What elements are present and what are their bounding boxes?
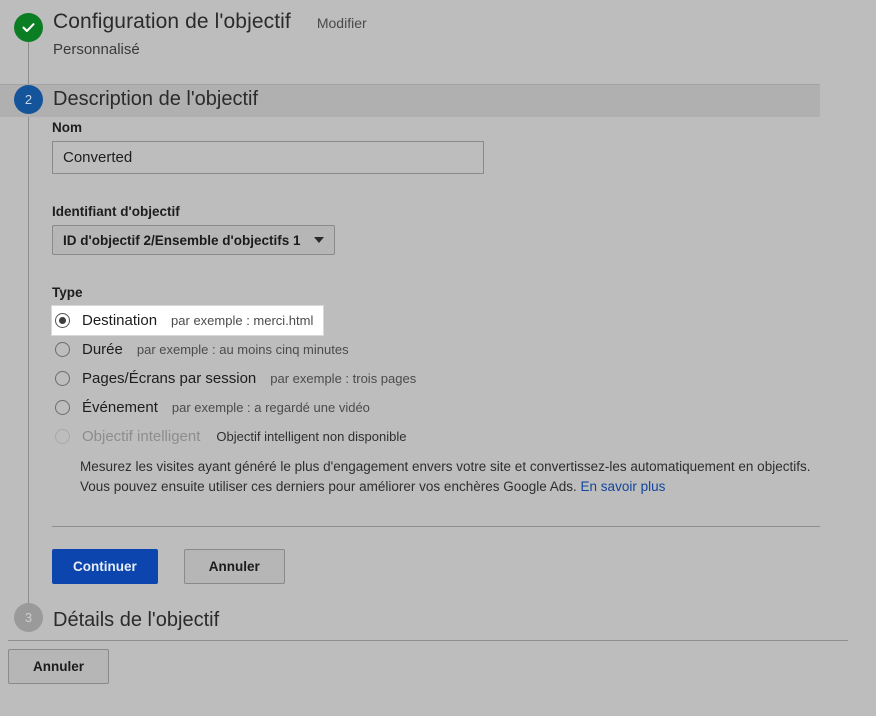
radio-option-evenement[interactable]: Événement par exemple : a regardé une vi… xyxy=(52,393,380,422)
goal-id-label: Identifiant d'objectif xyxy=(52,204,180,219)
radio-icon xyxy=(55,342,70,357)
edit-goal-setup-link[interactable]: Modifier xyxy=(317,15,367,31)
radio-option-destination[interactable]: Destination par exemple : merci.html xyxy=(52,306,324,335)
step-rail-segment-top xyxy=(28,40,29,90)
goal-description-title: Description de l'objectif xyxy=(53,88,259,110)
goal-setup-title: Configuration de l'objectif xyxy=(53,10,291,33)
cancel-button[interactable]: Annuler xyxy=(183,548,285,584)
smart-goal-description-line1: Mesurez les visites ayant généré le plus… xyxy=(80,459,811,474)
form-actions: Continuer Annuler xyxy=(52,548,852,584)
radio-hint: par exemple : au moins cinq minutes xyxy=(136,342,349,357)
goal-setup-subtitle: Personnalisé xyxy=(53,41,140,58)
step-rail-segment-bottom xyxy=(28,112,29,607)
goal-setup-section: Configuration de l'objectif Modifier Per… xyxy=(53,10,853,58)
radio-hint: Objectif intelligent non disponible xyxy=(216,429,407,444)
goal-description-form: Nom Identifiant d'objectif ID d'objectif… xyxy=(52,120,852,584)
radio-label: Objectif intelligent xyxy=(82,428,201,445)
radio-hint: par exemple : trois pages xyxy=(270,371,417,386)
step-3-indicator[interactable]: 3 xyxy=(14,603,43,632)
footer-divider xyxy=(8,640,848,641)
step-3-number: 3 xyxy=(24,610,33,625)
type-label: Type xyxy=(52,285,83,300)
form-divider xyxy=(52,525,820,527)
radio-label: Durée xyxy=(82,341,123,358)
step-2-number: 2 xyxy=(24,92,33,107)
name-field-label: Nom xyxy=(52,120,82,135)
goal-id-select[interactable]: ID d'objectif 2/Ensemble d'objectifs 1 xyxy=(52,225,336,255)
name-field-group: Nom xyxy=(52,120,852,174)
goal-id-selected-value: ID d'objectif 2/Ensemble d'objectifs 1 xyxy=(63,232,301,248)
type-radio-group: Destination par exemple : merci.html Dur… xyxy=(52,306,852,451)
goal-details-title: Détails de l'objectif xyxy=(53,609,220,631)
radio-icon xyxy=(55,313,70,328)
smart-goal-description: Mesurez les visites ayant généré le plus… xyxy=(80,457,852,498)
learn-more-link[interactable]: En savoir plus xyxy=(581,479,666,494)
footer-cancel-button[interactable]: Annuler xyxy=(8,649,110,684)
radio-option-objectif-intelligent: Objectif intelligent Objectif intelligen… xyxy=(52,422,416,451)
smart-goal-description-line2: Vous pouvez ensuite utiliser ces dernier… xyxy=(80,479,577,495)
continue-button[interactable]: Continuer xyxy=(52,548,158,584)
radio-option-duree[interactable]: Durée par exemple : au moins cinq minute… xyxy=(52,335,359,364)
radio-option-pages-ecrans[interactable]: Pages/Écrans par session par exemple : t… xyxy=(52,364,426,393)
name-input[interactable] xyxy=(52,141,484,174)
radio-label: Destination xyxy=(82,312,158,329)
radio-hint: par exemple : merci.html xyxy=(171,313,314,328)
radio-label: Pages/Écrans par session xyxy=(82,370,257,387)
check-icon xyxy=(20,19,37,36)
radio-icon xyxy=(55,371,70,386)
type-field-group: Type Destination par exemple : merci.htm… xyxy=(52,285,852,498)
radio-label: Événement xyxy=(82,399,158,416)
step-1-indicator[interactable] xyxy=(14,13,43,42)
goal-id-field-group: Identifiant d'objectif ID d'objectif 2/E… xyxy=(52,204,852,255)
chevron-down-icon xyxy=(314,237,325,243)
radio-hint: par exemple : a regardé une vidéo xyxy=(171,400,370,415)
radio-icon xyxy=(55,400,70,415)
radio-icon xyxy=(55,429,70,444)
step-2-indicator[interactable]: 2 xyxy=(14,85,43,114)
